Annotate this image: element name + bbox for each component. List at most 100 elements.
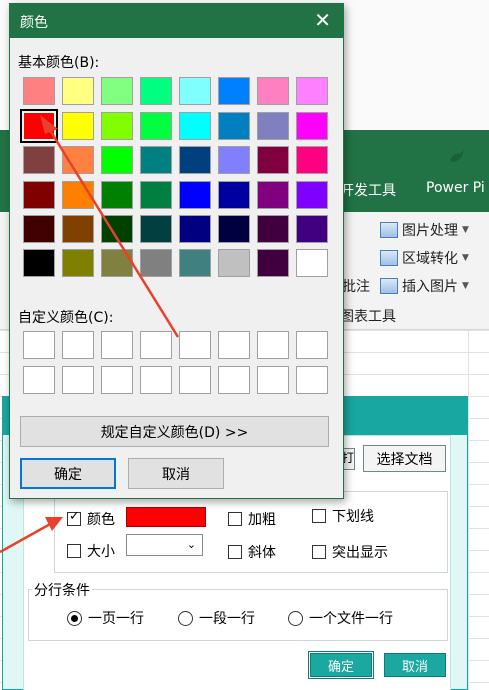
basic-color-cell[interactable]	[179, 181, 211, 209]
custom-color-cell[interactable]	[179, 331, 211, 359]
custom-color-cell[interactable]	[296, 331, 328, 359]
basic-color-cell[interactable]	[179, 77, 211, 105]
basic-color-cell[interactable]	[23, 146, 55, 174]
radio-circle[interactable]	[288, 610, 303, 626]
basic-color-cell[interactable]	[23, 249, 55, 277]
custom-color-cell[interactable]	[296, 366, 328, 394]
panel-cancel-button[interactable]: 取消	[384, 653, 446, 677]
custom-color-cell[interactable]	[23, 366, 55, 394]
radio-circle[interactable]	[67, 610, 82, 626]
basic-color-cell[interactable]	[218, 77, 250, 105]
basic-color-cell[interactable]	[101, 112, 133, 140]
checkbox-box[interactable]	[312, 545, 326, 559]
select-document-button[interactable]: 选择文档	[363, 445, 446, 472]
define-custom-colors-button[interactable]: 规定自定义颜色(D) >>	[20, 416, 329, 447]
basic-color-cell[interactable]	[218, 112, 250, 140]
radio-one-file-one-line[interactable]: 一个文件一行	[288, 608, 393, 628]
checkbox-box[interactable]	[312, 509, 326, 523]
basic-color-cell[interactable]	[140, 181, 172, 209]
basic-color-cell[interactable]	[296, 181, 328, 209]
basic-color-cell[interactable]	[101, 249, 133, 277]
basic-color-cell[interactable]	[23, 77, 55, 105]
basic-color-cell[interactable]	[23, 181, 55, 209]
basic-color-cell[interactable]	[296, 146, 328, 174]
basic-color-cell[interactable]	[101, 77, 133, 105]
custom-color-cell[interactable]	[101, 331, 133, 359]
custom-color-cell[interactable]	[23, 331, 55, 359]
checkbox-size[interactable]: 大小	[67, 541, 115, 561]
basic-color-cell[interactable]	[257, 146, 289, 174]
basic-color-cell[interactable]	[179, 249, 211, 277]
close-icon[interactable]: ✕	[314, 8, 331, 32]
basic-color-cell[interactable]	[140, 249, 172, 277]
basic-color-cell[interactable]	[257, 112, 289, 140]
custom-color-cell[interactable]	[179, 366, 211, 394]
checkbox-box[interactable]	[67, 509, 81, 526]
basic-color-cell[interactable]	[257, 215, 289, 243]
basic-color-cell[interactable]	[296, 112, 328, 140]
basic-color-cell[interactable]	[140, 112, 172, 140]
toolbar-item-insert-image[interactable]: 插入图片 ▼	[380, 276, 469, 296]
radio-one-page-one-line[interactable]: 一页一行	[67, 608, 144, 628]
checkbox-underline[interactable]: 下划线	[312, 506, 374, 526]
basic-color-cell[interactable]	[140, 215, 172, 243]
cancel-button[interactable]: 取消	[128, 458, 224, 489]
basic-color-cell[interactable]	[140, 146, 172, 174]
radio-circle[interactable]	[178, 610, 193, 626]
basic-color-cell[interactable]	[62, 146, 94, 174]
custom-color-cell[interactable]	[62, 331, 94, 359]
tab-power-pivot[interactable]: Power Pi	[426, 180, 485, 196]
basic-color-cell[interactable]	[62, 215, 94, 243]
custom-color-cell[interactable]	[218, 331, 250, 359]
basic-color-cell[interactable]	[218, 146, 250, 174]
custom-color-cell[interactable]	[140, 366, 172, 394]
toolbar-item-label: 区域转化	[402, 251, 458, 267]
basic-color-cell[interactable]	[218, 249, 250, 277]
checkbox-color[interactable]: 颜色	[67, 509, 115, 529]
basic-color-cell[interactable]	[62, 181, 94, 209]
tab-developer-tools[interactable]: 开发工具	[340, 180, 396, 200]
custom-color-cell[interactable]	[140, 331, 172, 359]
ok-button[interactable]: 确定	[20, 458, 116, 489]
radio-one-paragraph-one-line[interactable]: 一段一行	[178, 608, 255, 628]
checkbox-highlight[interactable]: 突出显示	[312, 542, 388, 562]
checkbox-italic[interactable]: 斜体	[228, 542, 276, 562]
custom-color-cell[interactable]	[62, 366, 94, 394]
basic-color-cell[interactable]	[23, 215, 55, 243]
custom-color-cell[interactable]	[101, 366, 133, 394]
checkbox-box[interactable]	[67, 544, 81, 558]
basic-color-cell[interactable]	[218, 181, 250, 209]
basic-color-cell[interactable]	[101, 181, 133, 209]
basic-color-cell[interactable]	[62, 77, 94, 105]
basic-color-cell[interactable]	[179, 215, 211, 243]
basic-color-cell[interactable]	[62, 112, 94, 140]
custom-color-cell[interactable]	[257, 366, 289, 394]
toolbar-item-image-process[interactable]: 图片处理 ▼	[380, 220, 469, 240]
checkbox-box[interactable]	[228, 512, 242, 526]
basic-color-cell[interactable]	[257, 249, 289, 277]
annotation-label[interactable]: 批注	[342, 276, 370, 296]
basic-color-cell[interactable]	[179, 112, 211, 140]
size-select[interactable]: ⌄	[126, 534, 203, 556]
grid-column-line	[468, 330, 469, 690]
basic-color-cell[interactable]	[179, 146, 211, 174]
panel-ok-button[interactable]: 确定	[308, 651, 374, 679]
basic-color-cell[interactable]	[20, 109, 58, 143]
toolbar-item-region-convert[interactable]: 区域转化 ▼	[380, 248, 469, 268]
basic-color-cell[interactable]	[218, 215, 250, 243]
custom-color-cell[interactable]	[218, 366, 250, 394]
checkbox-box[interactable]	[228, 545, 242, 559]
image-process-icon	[380, 222, 398, 238]
basic-color-cell[interactable]	[101, 146, 133, 174]
selected-color-swatch[interactable]	[126, 507, 206, 527]
basic-color-cell[interactable]	[257, 77, 289, 105]
basic-color-cell[interactable]	[296, 215, 328, 243]
basic-color-cell[interactable]	[140, 77, 172, 105]
basic-color-cell[interactable]	[296, 249, 328, 277]
basic-color-cell[interactable]	[62, 249, 94, 277]
basic-color-cell[interactable]	[296, 77, 328, 105]
checkbox-bold[interactable]: 加粗	[228, 509, 276, 529]
basic-color-cell[interactable]	[101, 215, 133, 243]
basic-color-cell[interactable]	[257, 181, 289, 209]
custom-color-cell[interactable]	[257, 331, 289, 359]
